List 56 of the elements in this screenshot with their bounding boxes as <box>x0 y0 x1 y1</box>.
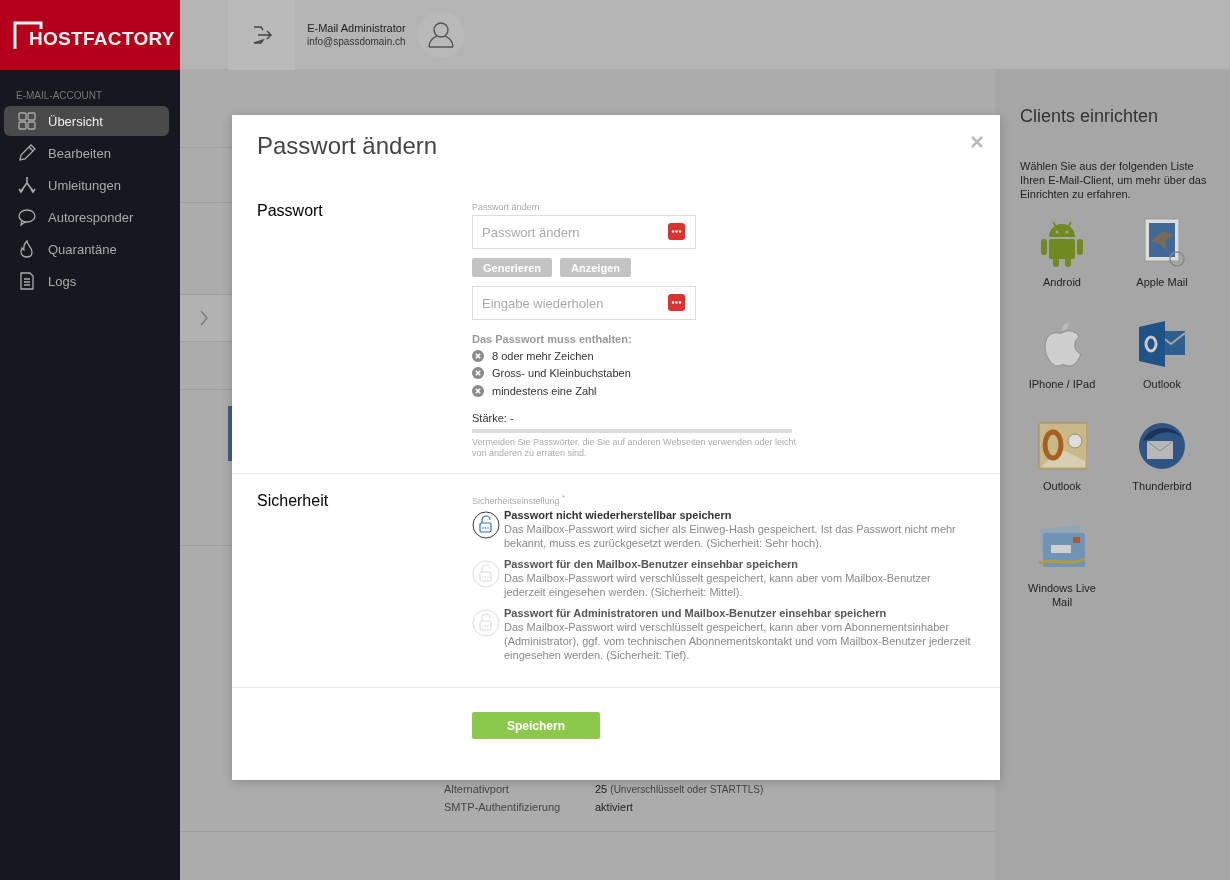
password-dots-icon <box>668 223 685 240</box>
password-dots-icon <box>668 294 685 311</box>
password-field[interactable]: Passwort ändern <box>472 215 696 249</box>
strength-label: Stärke: - <box>472 411 515 424</box>
user-email: info@spassdomain.ch <box>307 34 406 48</box>
flame-icon <box>18 240 36 258</box>
sidebar-item[interactable]: Autoresponder <box>4 202 169 232</box>
section-heading: E-MAIL-ACCOUNT <box>16 90 104 101</box>
section-label: Passwort <box>257 202 324 221</box>
sidebar-item[interactable]: Quarantäne <box>4 234 169 264</box>
requirement-text: 8 oder mehr Zeichen <box>492 349 594 362</box>
sidebar-item[interactable]: Logs <box>4 266 169 296</box>
panel-title: Clients einrichten <box>1020 106 1160 127</box>
client-item[interactable]: Apple Mail <box>1116 217 1208 289</box>
sidebar-item[interactable]: Bearbeiten <box>4 138 169 168</box>
sidebar-item[interactable]: Übersicht <box>4 106 169 136</box>
option-description: Das Mailbox-Passwort wird sicher als Einweg-Hash gespeichert. Ist das Passwort nicht mehr bekannt, muss es zurückgesetzt werden. (Sicherheit: Sehr hoch). <box>504 522 957 550</box>
field-value: 25 (Unverschlüsselt oder STARTTLS) <box>595 783 764 795</box>
field-label: Alternativport <box>444 783 510 795</box>
field-label: Passwort ändern <box>472 202 541 213</box>
chevron-icon <box>200 310 208 326</box>
outlook-icon <box>1137 319 1187 369</box>
client-item[interactable]: Windows Live Mail <box>1016 523 1108 609</box>
logout-icon <box>251 24 272 45</box>
user-name: E-Mail Administrator <box>307 21 406 35</box>
requirement-text: mindestens eine Zahl <box>492 384 597 397</box>
client-item[interactable]: Android <box>1016 217 1108 289</box>
bird-envelope-icon <box>1137 421 1187 471</box>
client-item[interactable]: Outlook <box>1016 421 1108 493</box>
panel-description: Wählen Sie aus der folgenden Liste Ihren E-Mail-Client, um mehr über das Einrichten zu erfahren. <box>1020 159 1208 201</box>
password-field[interactable]: Eingabe wiederholen <box>472 286 696 320</box>
option-title: Passwort für Administratoren und Mailbox-Benutzer einsehbar speichern <box>504 607 888 620</box>
section-label: Sicherheit <box>257 492 330 511</box>
field-label: SMTP-Authentifizierung <box>444 801 562 813</box>
field-label: Sicherheitseinstellung $^{*}$ <box>472 492 566 507</box>
option-description: Das Mailbox-Passwort wird verschlüsselt gespeichert, kann aber vom Abonnementsinhaber (Administrator), ggf. vom technischen Abonnementskontakt und vom Mailbox-Benutzer jederzeit eingesehen werden. (Sicherheit: Tief). <box>504 620 972 662</box>
pencil-icon <box>18 144 36 162</box>
sidebar-item[interactable]: Umleitungen <box>4 170 169 200</box>
hint-text: Vermeiden Sie Passwörter, die Sie auf anderen Webseiten verwenden oder leicht von anderen zu erraten sind. <box>472 436 798 459</box>
user-icon <box>427 21 454 48</box>
fork-icon <box>18 176 36 194</box>
requirements-title: Das Passwort muss enthalten: <box>472 333 633 345</box>
client-item[interactable]: Thunderbird <box>1116 421 1208 493</box>
requirement-text: Gross- und Kleinbuchstaben <box>492 367 631 380</box>
document-icon <box>18 272 36 290</box>
option-title: Passwort für den Mailbox-Benutzer einsehbar speichern <box>504 558 799 571</box>
grid-icon <box>18 112 36 130</box>
client-item[interactable]: IPhone / IPad <box>1016 319 1108 391</box>
option-description: Das Mailbox-Passwort wird verschlüsselt gespeichert, kann aber vom Mailbox-Benutzer jederzeit eingesehen werden. (Sicherheit: Mittel). <box>504 571 932 599</box>
dialog-title: Passwort ändern <box>257 131 438 161</box>
field-value: aktiviert <box>595 801 633 813</box>
speech-bubble-icon <box>18 208 36 226</box>
client-item[interactable]: Outlook <box>1116 319 1208 391</box>
option-title: Passwort nicht wiederherstellbar speichern <box>504 509 733 522</box>
logo: HOSTFACTORY <box>0 0 180 70</box>
outlook-envelope-icon <box>1037 421 1087 471</box>
